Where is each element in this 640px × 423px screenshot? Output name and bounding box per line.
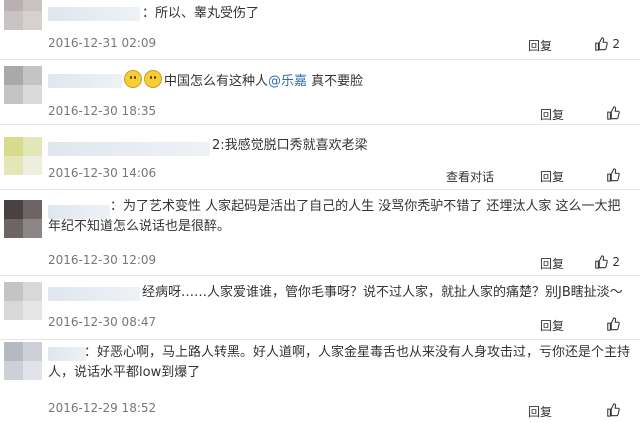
username[interactable] [48, 142, 210, 156]
comment-date: 2016-12-30 12:09 [48, 253, 157, 267]
avatar[interactable] [4, 342, 42, 380]
reply-button[interactable]: 回复 [540, 106, 564, 123]
avatar[interactable] [4, 0, 42, 30]
avatar[interactable] [4, 66, 42, 104]
username[interactable] [48, 287, 140, 301]
avatar[interactable] [4, 200, 42, 238]
avatar[interactable] [4, 282, 42, 320]
comment-date: 2016-12-29 18:52 [48, 401, 157, 415]
like-button[interactable]: 2 [594, 37, 620, 51]
reply-button[interactable]: 回复 [528, 403, 552, 420]
like-button[interactable] [606, 106, 620, 120]
comment-date: 2016-12-30 14:06 [48, 166, 157, 180]
thumbs-up-icon [607, 106, 620, 120]
like-count: 2 [612, 37, 620, 51]
comment-text: 中国怎么有这种人@乐嘉 真不要脸 [124, 70, 363, 92]
comment-date: 2016-12-31 02:09 [48, 36, 157, 50]
smile-emoji-icon [144, 70, 162, 88]
view-dialog-button[interactable]: 查看对话 [446, 168, 494, 185]
like-button[interactable] [606, 168, 620, 182]
comment-item: ：好恶心啊，马上路人转黑。好人道啊，人家金星毒舌也从来没有人身攻击过，亏你还是个… [0, 340, 640, 423]
mention-link[interactable]: @乐嘉 [268, 74, 307, 89]
thumbs-up-icon [607, 403, 620, 417]
comment-item: ：为了艺术变性 人家起码是活出了自己的人生 没骂你秃驴不错了 还埋汰人家 这么一… [0, 190, 640, 274]
reply-button[interactable]: 回复 [540, 168, 564, 185]
like-count: 2 [612, 255, 620, 269]
thumbs-up-icon [607, 317, 620, 331]
comment-text: ：所以、睾丸受伤了 [142, 6, 260, 21]
like-button[interactable]: 2 [594, 255, 620, 269]
comment-text: 2:我感觉脱口秀就喜欢老梁 [212, 138, 368, 153]
username[interactable] [48, 7, 140, 21]
like-button[interactable] [606, 317, 620, 331]
reply-button[interactable]: 回复 [528, 37, 552, 54]
comment-text: ：为了艺术变性 人家起码是活出了自己的人生 没骂你秃驴不错了 还埋汰人家 这么一… [48, 199, 621, 234]
thumbs-up-icon [595, 255, 609, 269]
avatar[interactable] [4, 137, 42, 175]
comment-date: 2016-12-30 18:35 [48, 104, 157, 118]
comment-item: 经病呀……人家爱谁谁，管你毛事呀？说不过人家，就扯人家的痛楚？别JB瞎扯淡～ 2… [0, 276, 640, 338]
reply-button[interactable]: 回复 [540, 317, 564, 334]
comment-item: ：所以、睾丸受伤了 2016-12-31 02:09 回复 2 [0, 0, 640, 60]
like-button[interactable] [606, 403, 620, 417]
smile-emoji-icon [124, 70, 142, 88]
comment-date: 2016-12-30 08:47 [48, 315, 157, 329]
username[interactable] [48, 74, 122, 88]
reply-button[interactable]: 回复 [540, 255, 564, 272]
comment-text-part: 真不要脸 [311, 74, 364, 89]
thumbs-up-icon [607, 168, 620, 182]
comment-text: ：好恶心啊，马上路人转黑。好人道啊，人家金星毒舌也从来没有人身攻击过，亏你还是个… [48, 345, 631, 380]
comment-item: 中国怎么有这种人@乐嘉 真不要脸 2016-12-30 18:35 回复 [0, 60, 640, 122]
comment-item: 2:我感觉脱口秀就喜欢老梁 2016-12-30 14:06 查看对话 回复 [0, 125, 640, 187]
thumbs-up-icon [595, 37, 609, 51]
comment-text-part: 中国怎么有这种人 [164, 74, 269, 89]
comment-text: 经病呀……人家爱谁谁，管你毛事呀？说不过人家，就扯人家的痛楚？别JB瞎扯淡～ [142, 285, 623, 300]
